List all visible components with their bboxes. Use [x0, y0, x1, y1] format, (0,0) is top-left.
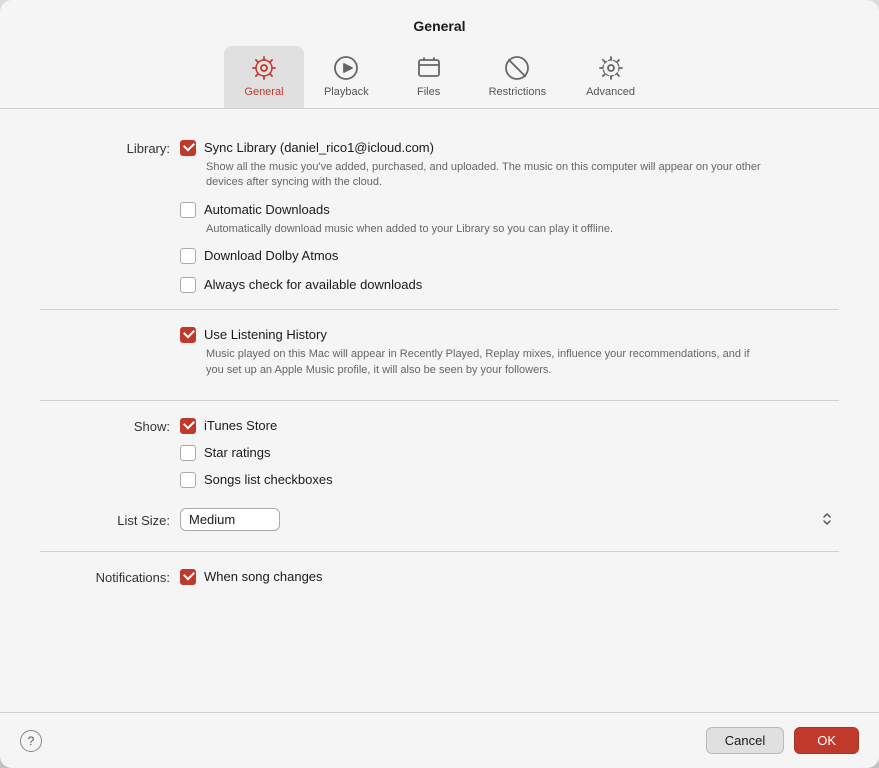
notifications-label: Notifications:	[40, 568, 170, 585]
library-content: Sync Library (daniel_rico1@icloud.com) S…	[180, 139, 839, 293]
notifications-row: Notifications: When song changes	[40, 562, 839, 591]
sync-library-label: Sync Library (daniel_rico1@icloud.com)	[204, 140, 434, 155]
listening-history-content: Use Listening History Music played on th…	[180, 326, 839, 384]
restrictions-icon	[503, 54, 531, 82]
sync-library-desc: Show all the music you've added, purchas…	[206, 160, 766, 191]
dolby-row: Download Dolby Atmos	[180, 247, 839, 264]
listening-history-desc: Music played on this Mac will appear in …	[206, 347, 766, 378]
list-size-content: Small Medium Large	[180, 508, 839, 531]
list-size-label: List Size:	[40, 511, 170, 528]
footer: ? Cancel OK	[0, 712, 879, 768]
cancel-button[interactable]: Cancel	[706, 727, 784, 754]
help-button[interactable]: ?	[20, 730, 42, 752]
auto-downloads-desc: Automatically download music when added …	[206, 222, 766, 237]
itunes-store-row: iTunes Store	[180, 417, 839, 434]
library-row: Library: Sync Library (daniel_rico1@iclo…	[40, 133, 839, 299]
itunes-store-checkbox[interactable]	[180, 418, 196, 434]
show-row: Show: iTunes Store Star ratings Songs li…	[40, 411, 839, 494]
sync-library-checkbox[interactable]	[180, 140, 196, 156]
listening-history-checkbox[interactable]	[180, 327, 196, 343]
settings-content: Library: Sync Library (daniel_rico1@iclo…	[0, 109, 879, 712]
show-label: Show:	[40, 417, 170, 434]
divider-1	[40, 309, 839, 310]
show-content: iTunes Store Star ratings Songs list che…	[180, 417, 839, 488]
when-song-changes-checkbox[interactable]	[180, 569, 196, 585]
files-icon	[415, 54, 443, 82]
tabs-bar: General Playback	[0, 46, 879, 109]
listening-history-spacer	[40, 326, 170, 328]
sync-library-row: Sync Library (daniel_rico1@icloud.com)	[180, 139, 839, 156]
available-downloads-checkbox[interactable]	[180, 277, 196, 293]
list-size-select-container: Small Medium Large	[180, 508, 839, 531]
when-song-changes-row: When song changes	[180, 568, 839, 585]
listening-history-checkbox-row: Use Listening History	[180, 326, 839, 343]
footer-buttons: Cancel OK	[706, 727, 859, 754]
star-ratings-label: Star ratings	[204, 445, 270, 460]
notifications-content: When song changes	[180, 568, 839, 585]
auto-downloads-label: Automatic Downloads	[204, 202, 330, 217]
available-downloads-label: Always check for available downloads	[204, 277, 422, 292]
available-downloads-row: Always check for available downloads	[180, 276, 839, 293]
songs-checkboxes-row: Songs list checkboxes	[180, 471, 839, 488]
dolby-label: Download Dolby Atmos	[204, 248, 338, 263]
songs-checkboxes-checkbox[interactable]	[180, 472, 196, 488]
list-size-row: List Size: Small Medium Large	[40, 502, 839, 537]
listening-history-row: Use Listening History Music played on th…	[40, 320, 839, 390]
tab-restrictions-label: Restrictions	[489, 86, 546, 98]
playback-icon	[332, 54, 360, 82]
advanced-icon	[597, 54, 625, 82]
list-size-select[interactable]: Small Medium Large	[180, 508, 280, 531]
divider-3	[40, 551, 839, 552]
itunes-store-label: iTunes Store	[204, 418, 277, 433]
ok-button[interactable]: OK	[794, 727, 859, 754]
tab-advanced[interactable]: Advanced	[566, 46, 655, 108]
tab-general[interactable]: General	[224, 46, 304, 108]
tab-files[interactable]: Files	[389, 46, 469, 108]
tab-general-label: General	[244, 86, 283, 98]
tab-advanced-label: Advanced	[586, 86, 635, 98]
tab-playback-label: Playback	[324, 86, 369, 98]
tab-restrictions[interactable]: Restrictions	[469, 46, 566, 108]
songs-checkboxes-label: Songs list checkboxes	[204, 472, 333, 487]
star-ratings-row: Star ratings	[180, 444, 839, 461]
dolby-checkbox[interactable]	[180, 248, 196, 264]
when-song-changes-label: When song changes	[204, 569, 323, 584]
star-ratings-checkbox[interactable]	[180, 445, 196, 461]
window: General General	[0, 0, 879, 768]
tab-files-label: Files	[417, 86, 440, 98]
window-title: General	[0, 18, 879, 34]
library-label: Library:	[40, 139, 170, 156]
select-arrow-icon	[821, 512, 833, 526]
divider-2	[40, 400, 839, 401]
general-icon	[250, 54, 278, 82]
auto-downloads-checkbox[interactable]	[180, 202, 196, 218]
title-bar: General General	[0, 0, 879, 109]
listening-history-label: Use Listening History	[204, 327, 327, 342]
tab-playback[interactable]: Playback	[304, 46, 389, 108]
auto-downloads-row: Automatic Downloads	[180, 201, 839, 218]
